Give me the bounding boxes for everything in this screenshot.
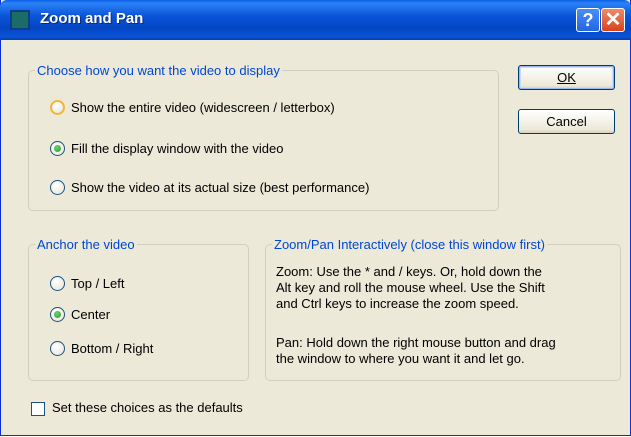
window-title: Zoom and Pan <box>40 10 144 27</box>
radio-button-icon[interactable] <box>50 100 65 115</box>
pan-line: the window to where you want it and let … <box>276 351 525 366</box>
help-button[interactable]: ? <box>576 8 600 32</box>
radio-fill-window[interactable]: Fill the display window with the video <box>50 141 283 156</box>
cancel-button[interactable]: Cancel <box>518 109 615 134</box>
radio-label: Show the video at its actual size (best … <box>71 180 370 195</box>
zoom-line: Zoom: Use the * and / keys. Or, hold dow… <box>276 264 542 279</box>
app-icon <box>10 10 30 30</box>
radio-label: Bottom / Right <box>71 341 154 356</box>
ok-button[interactable]: OK <box>518 65 615 90</box>
radio-actual-size[interactable]: Show the video at its actual size (best … <box>50 180 369 195</box>
cancel-button-label: Cancel <box>546 114 587 129</box>
radio-button-icon[interactable] <box>50 180 65 195</box>
radio-label: Fill the display window with the video <box>71 141 284 156</box>
radio-button-icon[interactable] <box>50 341 65 356</box>
zoom-instructions: Zoom: Use the * and / keys. Or, hold dow… <box>276 264 616 312</box>
radio-button-icon[interactable] <box>50 307 65 322</box>
ok-button-label: OK <box>557 70 576 85</box>
set-defaults-checkbox[interactable] <box>31 402 45 416</box>
radio-anchor-center[interactable]: Center <box>50 307 110 322</box>
set-defaults-label[interactable]: Set these choices as the defaults <box>52 400 243 415</box>
zoom-pan-legend: Zoom/Pan Interactively (close this windo… <box>274 237 545 252</box>
radio-button-icon[interactable] <box>50 141 65 156</box>
anchor-legend: Anchor the video <box>37 237 135 252</box>
close-button[interactable]: ✕ <box>601 8 625 32</box>
zoom-line: Alt key and roll the mouse wheel. Use th… <box>276 280 545 295</box>
pan-instructions: Pan: Hold down the right mouse button an… <box>276 335 616 367</box>
radio-anchor-top-left[interactable]: Top / Left <box>50 276 124 291</box>
radio-button-icon[interactable] <box>50 276 65 291</box>
pan-line: Pan: Hold down the right mouse button an… <box>276 335 556 350</box>
display-mode-legend: Choose how you want the video to display <box>37 63 280 78</box>
radio-label: Show the entire video (widescreen / lett… <box>71 100 335 115</box>
radio-anchor-bottom-right[interactable]: Bottom / Right <box>50 341 153 356</box>
radio-show-entire[interactable]: Show the entire video (widescreen / lett… <box>50 100 335 115</box>
zoom-line: and Ctrl keys to increase the zoom speed… <box>276 296 519 311</box>
radio-label: Center <box>71 307 111 322</box>
title-bar[interactable]: Zoom and Pan ? ✕ <box>0 0 631 40</box>
radio-label: Top / Left <box>71 276 125 291</box>
